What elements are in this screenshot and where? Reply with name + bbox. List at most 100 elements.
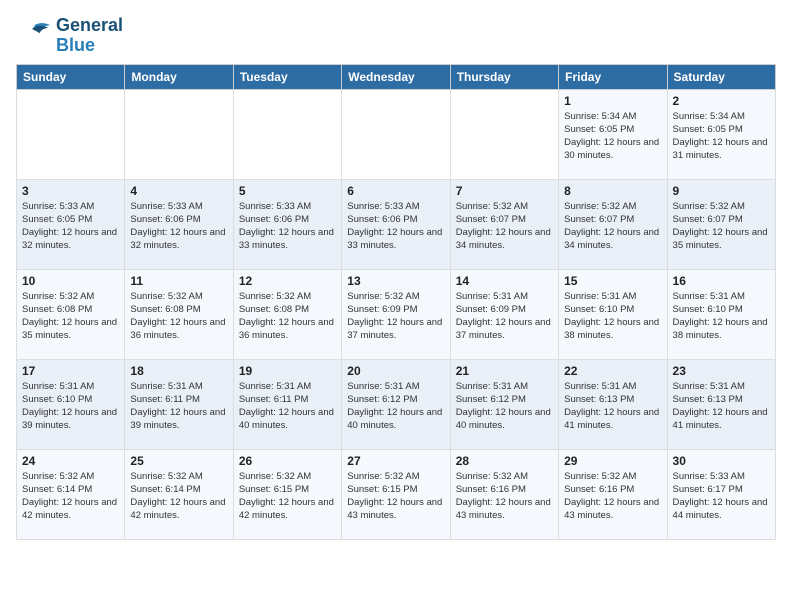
calendar-cell: 25 Sunrise: 5:32 AM Sunset: 6:14 PM Dayli… bbox=[125, 449, 233, 539]
weekday-header-wednesday: Wednesday bbox=[342, 64, 450, 89]
calendar-cell: 3 Sunrise: 5:33 AM Sunset: 6:05 PM Daylig… bbox=[17, 179, 125, 269]
logo-text: General Blue bbox=[56, 16, 123, 56]
calendar-cell: 21 Sunrise: 5:31 AM Sunset: 6:12 PM Dayli… bbox=[450, 359, 558, 449]
day-info: Sunrise: 5:31 AM Sunset: 6:09 PM Dayligh… bbox=[456, 290, 553, 343]
calendar-cell bbox=[450, 89, 558, 179]
day-info: Sunrise: 5:33 AM Sunset: 6:06 PM Dayligh… bbox=[130, 200, 227, 253]
day-number: 24 bbox=[22, 454, 119, 468]
day-number: 23 bbox=[673, 364, 770, 378]
day-number: 12 bbox=[239, 274, 336, 288]
day-number: 10 bbox=[22, 274, 119, 288]
day-info: Sunrise: 5:31 AM Sunset: 6:12 PM Dayligh… bbox=[456, 380, 553, 433]
day-info: Sunrise: 5:32 AM Sunset: 6:07 PM Dayligh… bbox=[456, 200, 553, 253]
calendar-cell: 7 Sunrise: 5:32 AM Sunset: 6:07 PM Daylig… bbox=[450, 179, 558, 269]
day-number: 7 bbox=[456, 184, 553, 198]
day-number: 20 bbox=[347, 364, 444, 378]
day-info: Sunrise: 5:32 AM Sunset: 6:09 PM Dayligh… bbox=[347, 290, 444, 343]
day-info: Sunrise: 5:34 AM Sunset: 6:05 PM Dayligh… bbox=[564, 110, 661, 163]
day-number: 6 bbox=[347, 184, 444, 198]
calendar-cell: 6 Sunrise: 5:33 AM Sunset: 6:06 PM Daylig… bbox=[342, 179, 450, 269]
day-number: 21 bbox=[456, 364, 553, 378]
calendar-cell: 12 Sunrise: 5:32 AM Sunset: 6:08 PM Dayli… bbox=[233, 269, 341, 359]
day-number: 22 bbox=[564, 364, 661, 378]
page-header: General Blue bbox=[16, 16, 776, 56]
day-info: Sunrise: 5:33 AM Sunset: 6:06 PM Dayligh… bbox=[347, 200, 444, 253]
day-info: Sunrise: 5:33 AM Sunset: 6:06 PM Dayligh… bbox=[239, 200, 336, 253]
day-info: Sunrise: 5:32 AM Sunset: 6:14 PM Dayligh… bbox=[22, 470, 119, 523]
day-number: 8 bbox=[564, 184, 661, 198]
day-number: 17 bbox=[22, 364, 119, 378]
calendar-table: SundayMondayTuesdayWednesdayThursdayFrid… bbox=[16, 64, 776, 540]
calendar-cell bbox=[17, 89, 125, 179]
calendar-cell: 20 Sunrise: 5:31 AM Sunset: 6:12 PM Dayli… bbox=[342, 359, 450, 449]
calendar-cell: 27 Sunrise: 5:32 AM Sunset: 6:15 PM Dayli… bbox=[342, 449, 450, 539]
calendar-cell bbox=[125, 89, 233, 179]
day-number: 3 bbox=[22, 184, 119, 198]
day-number: 27 bbox=[347, 454, 444, 468]
logo-icon bbox=[16, 21, 52, 51]
day-number: 11 bbox=[130, 274, 227, 288]
day-info: Sunrise: 5:32 AM Sunset: 6:08 PM Dayligh… bbox=[22, 290, 119, 343]
day-number: 30 bbox=[673, 454, 770, 468]
day-info: Sunrise: 5:31 AM Sunset: 6:11 PM Dayligh… bbox=[239, 380, 336, 433]
day-info: Sunrise: 5:32 AM Sunset: 6:15 PM Dayligh… bbox=[347, 470, 444, 523]
calendar-cell bbox=[233, 89, 341, 179]
day-info: Sunrise: 5:32 AM Sunset: 6:16 PM Dayligh… bbox=[564, 470, 661, 523]
calendar-cell: 10 Sunrise: 5:32 AM Sunset: 6:08 PM Dayli… bbox=[17, 269, 125, 359]
day-info: Sunrise: 5:31 AM Sunset: 6:10 PM Dayligh… bbox=[22, 380, 119, 433]
day-info: Sunrise: 5:33 AM Sunset: 6:17 PM Dayligh… bbox=[673, 470, 770, 523]
logo: General Blue bbox=[16, 16, 123, 56]
day-info: Sunrise: 5:31 AM Sunset: 6:13 PM Dayligh… bbox=[564, 380, 661, 433]
calendar-cell: 9Sunrise: 5:32 AM Sunset: 6:07 PM Daylig… bbox=[667, 179, 775, 269]
day-number: 28 bbox=[456, 454, 553, 468]
day-number: 1 bbox=[564, 94, 661, 108]
calendar-cell: 1 Sunrise: 5:34 AM Sunset: 6:05 PM Daylig… bbox=[559, 89, 667, 179]
calendar-cell: 17 Sunrise: 5:31 AM Sunset: 6:10 PM Dayli… bbox=[17, 359, 125, 449]
day-info: Sunrise: 5:31 AM Sunset: 6:11 PM Dayligh… bbox=[130, 380, 227, 433]
day-info: Sunrise: 5:31 AM Sunset: 6:10 PM Dayligh… bbox=[673, 290, 770, 343]
calendar-cell: 11 Sunrise: 5:32 AM Sunset: 6:08 PM Dayli… bbox=[125, 269, 233, 359]
day-number: 4 bbox=[130, 184, 227, 198]
calendar-cell: 15 Sunrise: 5:31 AM Sunset: 6:10 PM Dayli… bbox=[559, 269, 667, 359]
day-number: 19 bbox=[239, 364, 336, 378]
day-number: 29 bbox=[564, 454, 661, 468]
day-info: Sunrise: 5:32 AM Sunset: 6:07 PM Dayligh… bbox=[673, 200, 770, 253]
calendar-cell: 30 Sunrise: 5:33 AM Sunset: 6:17 PM Dayli… bbox=[667, 449, 775, 539]
calendar-cell: 19 Sunrise: 5:31 AM Sunset: 6:11 PM Dayli… bbox=[233, 359, 341, 449]
day-info: Sunrise: 5:32 AM Sunset: 6:16 PM Dayligh… bbox=[456, 470, 553, 523]
day-info: Sunrise: 5:34 AM Sunset: 6:05 PM Dayligh… bbox=[673, 110, 770, 163]
calendar-cell: 4 Sunrise: 5:33 AM Sunset: 6:06 PM Daylig… bbox=[125, 179, 233, 269]
day-number: 18 bbox=[130, 364, 227, 378]
calendar-cell: 18 Sunrise: 5:31 AM Sunset: 6:11 PM Dayli… bbox=[125, 359, 233, 449]
weekday-header-friday: Friday bbox=[559, 64, 667, 89]
weekday-header-sunday: Sunday bbox=[17, 64, 125, 89]
day-number: 2 bbox=[673, 94, 770, 108]
day-info: Sunrise: 5:31 AM Sunset: 6:12 PM Dayligh… bbox=[347, 380, 444, 433]
day-info: Sunrise: 5:33 AM Sunset: 6:05 PM Dayligh… bbox=[22, 200, 119, 253]
weekday-header-monday: Monday bbox=[125, 64, 233, 89]
day-info: Sunrise: 5:32 AM Sunset: 6:08 PM Dayligh… bbox=[130, 290, 227, 343]
calendar-cell: 5 Sunrise: 5:33 AM Sunset: 6:06 PM Daylig… bbox=[233, 179, 341, 269]
day-info: Sunrise: 5:31 AM Sunset: 6:13 PM Dayligh… bbox=[673, 380, 770, 433]
day-info: Sunrise: 5:31 AM Sunset: 6:10 PM Dayligh… bbox=[564, 290, 661, 343]
day-info: Sunrise: 5:32 AM Sunset: 6:08 PM Dayligh… bbox=[239, 290, 336, 343]
day-number: 14 bbox=[456, 274, 553, 288]
weekday-header-tuesday: Tuesday bbox=[233, 64, 341, 89]
calendar-cell: 29 Sunrise: 5:32 AM Sunset: 6:16 PM Dayli… bbox=[559, 449, 667, 539]
day-number: 25 bbox=[130, 454, 227, 468]
calendar-cell: 22 Sunrise: 5:31 AM Sunset: 6:13 PM Dayli… bbox=[559, 359, 667, 449]
day-info: Sunrise: 5:32 AM Sunset: 6:14 PM Dayligh… bbox=[130, 470, 227, 523]
day-info: Sunrise: 5:32 AM Sunset: 6:07 PM Dayligh… bbox=[564, 200, 661, 253]
calendar-cell: 14 Sunrise: 5:31 AM Sunset: 6:09 PM Dayli… bbox=[450, 269, 558, 359]
calendar-cell: 28 Sunrise: 5:32 AM Sunset: 6:16 PM Dayli… bbox=[450, 449, 558, 539]
calendar-cell bbox=[342, 89, 450, 179]
day-number: 15 bbox=[564, 274, 661, 288]
day-number: 5 bbox=[239, 184, 336, 198]
day-number: 26 bbox=[239, 454, 336, 468]
calendar-cell: 2 Sunrise: 5:34 AM Sunset: 6:05 PM Daylig… bbox=[667, 89, 775, 179]
calendar-cell: 16Sunrise: 5:31 AM Sunset: 6:10 PM Dayli… bbox=[667, 269, 775, 359]
weekday-header-thursday: Thursday bbox=[450, 64, 558, 89]
weekday-header-saturday: Saturday bbox=[667, 64, 775, 89]
calendar-cell: 24 Sunrise: 5:32 AM Sunset: 6:14 PM Dayli… bbox=[17, 449, 125, 539]
calendar-cell: 23 Sunrise: 5:31 AM Sunset: 6:13 PM Dayli… bbox=[667, 359, 775, 449]
